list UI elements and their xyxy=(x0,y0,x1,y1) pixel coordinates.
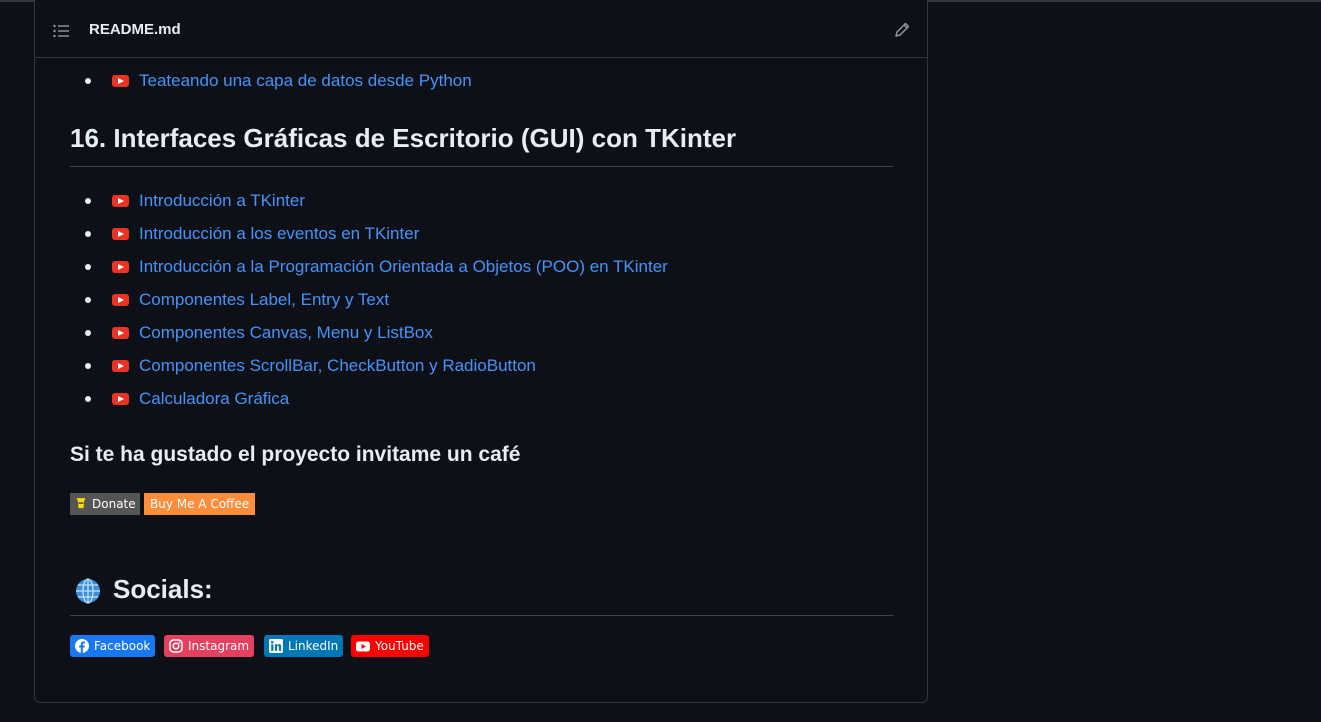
youtube-icon xyxy=(112,294,129,306)
bullet xyxy=(85,396,91,402)
coffee-heading: Si te ha gustado el proyecto invitame un… xyxy=(70,443,521,466)
youtube-icon xyxy=(112,360,129,372)
globe-icon xyxy=(76,578,100,604)
linkedin-badge[interactable]: LinkedIn xyxy=(264,635,344,657)
video-link[interactable]: Introducción a los eventos en TKinter xyxy=(139,224,419,244)
youtube-icon xyxy=(112,75,129,87)
instagram-badge[interactable]: Instagram xyxy=(164,635,255,657)
donate-badge-left: Donate xyxy=(70,493,140,515)
video-link[interactable]: Introducción a TKinter xyxy=(139,191,305,211)
youtube-badge[interactable]: YouTube xyxy=(351,635,429,657)
facebook-badge[interactable]: Facebook xyxy=(70,635,156,657)
video-link[interactable]: Teateando una capa de datos desde Python xyxy=(139,71,472,91)
instagram-icon xyxy=(169,639,183,653)
bullet xyxy=(85,264,91,270)
video-link[interactable]: Componentes Canvas, Menu y ListBox xyxy=(139,323,433,343)
pencil-edit-icon[interactable] xyxy=(893,21,911,39)
table-of-contents-icon[interactable] xyxy=(53,24,69,38)
section-16-heading: 16. Interfaces Gráficas de Escritorio (G… xyxy=(70,123,737,153)
bullet xyxy=(85,78,91,84)
bullet xyxy=(85,330,91,336)
buy-me-a-coffee-label: Buy Me A Coffee xyxy=(144,493,256,515)
donate-label: Donate xyxy=(92,497,136,511)
bullet xyxy=(85,297,91,303)
facebook-icon xyxy=(75,639,89,653)
youtube-icon xyxy=(356,641,370,652)
readme-header: README.md xyxy=(35,1,927,58)
youtube-icon xyxy=(112,195,129,207)
video-link[interactable]: Componentes ScrollBar, CheckButton y Rad… xyxy=(139,356,536,376)
heading-divider xyxy=(70,166,893,167)
bullet xyxy=(85,231,91,237)
bullet xyxy=(85,363,91,369)
youtube-label: YouTube xyxy=(375,639,424,653)
youtube-icon xyxy=(112,261,129,273)
video-link[interactable]: Calculadora Gráfica xyxy=(139,389,289,409)
instagram-label: Instagram xyxy=(188,639,250,653)
linkedin-label: LinkedIn xyxy=(288,639,339,653)
video-link[interactable]: Componentes Label, Entry y Text xyxy=(139,290,389,310)
readme-file-title[interactable]: README.md xyxy=(89,21,181,38)
readme-container: README.md Teateando una capa de datos de… xyxy=(34,0,928,703)
socials-heading: Socials: xyxy=(113,574,213,604)
facebook-label: Facebook xyxy=(94,639,151,653)
linkedin-icon xyxy=(269,639,283,653)
bullet xyxy=(85,198,91,204)
youtube-icon xyxy=(112,393,129,405)
youtube-icon xyxy=(112,327,129,339)
heading-divider xyxy=(70,615,893,616)
youtube-icon xyxy=(112,228,129,240)
video-link[interactable]: Introducción a la Programación Orientada… xyxy=(139,257,668,277)
coffee-cup-icon xyxy=(76,498,86,509)
